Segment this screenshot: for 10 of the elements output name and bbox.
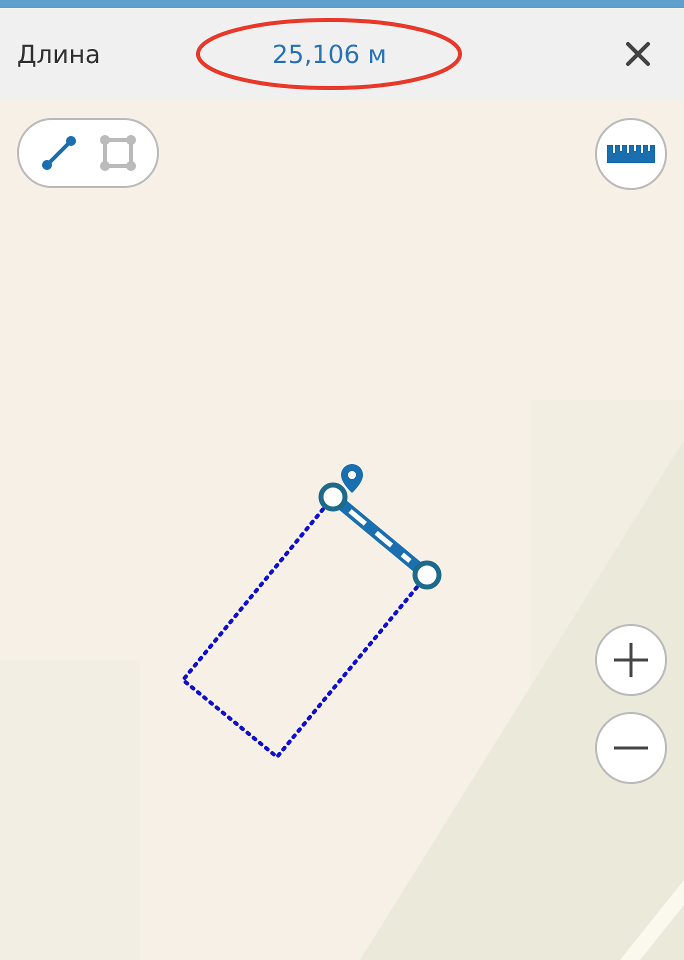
measure-title: Длина — [17, 40, 100, 68]
length-value: 25,106 м — [272, 40, 387, 68]
ruler-icon — [606, 143, 656, 165]
minus-icon — [611, 746, 651, 750]
pin-icon — [341, 464, 363, 493]
plus-icon — [611, 640, 651, 680]
close-icon[interactable] — [624, 40, 652, 68]
vertex-handle[interactable] — [412, 560, 442, 590]
vertex-handle[interactable] — [318, 482, 348, 512]
square-icon — [98, 133, 138, 173]
